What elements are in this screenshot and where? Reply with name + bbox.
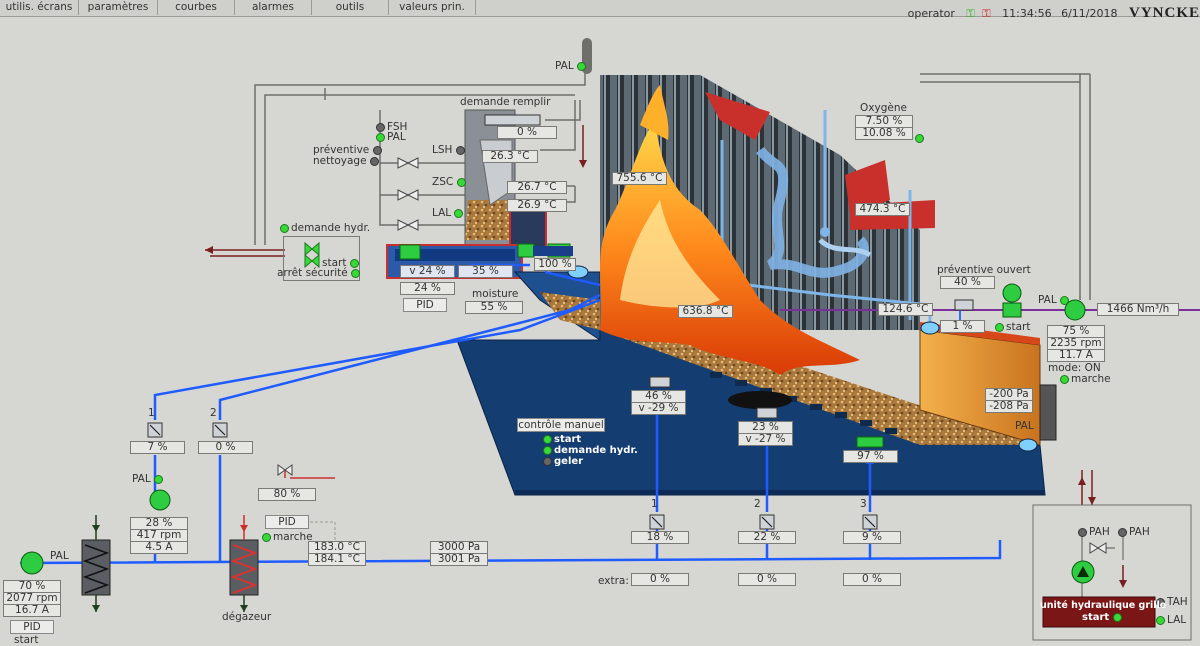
oxygen-label: Oxygène xyxy=(860,102,907,114)
pressure-2-readout: -208 Pa xyxy=(985,400,1033,413)
fan-start-label: start xyxy=(995,321,1030,333)
ctrl-start-label: start xyxy=(543,434,581,445)
preventive-percent: 40 % xyxy=(940,276,995,289)
valve-1-number: 1 xyxy=(148,407,155,419)
feeder-100-percent: 100 % xyxy=(534,258,576,271)
degazeur-pid-button[interactable]: PID xyxy=(265,515,309,529)
flow-readout: 1466 Nm³/h xyxy=(1097,303,1179,316)
fan-current: 11.7 A xyxy=(1047,349,1105,362)
zone-2-number: 2 xyxy=(754,498,761,510)
temp-2-readout: 26.7 °C xyxy=(507,181,567,194)
outlet-percent: 1 % xyxy=(940,320,985,333)
ctrl-demande-label: demande hydr. xyxy=(543,445,638,456)
zsc-label: ZSC xyxy=(432,176,468,188)
fan-marche-label: marche xyxy=(1060,373,1111,385)
outlet-temp-readout: 124.6 °C xyxy=(878,303,933,316)
pal-top-label: PAL xyxy=(555,60,588,72)
zone-3-percent: 9 % xyxy=(843,531,901,544)
pal-right-label: PAL xyxy=(1015,420,1034,432)
main-pump-current: 16.7 A xyxy=(3,604,61,617)
oxygen-status-dot xyxy=(915,132,926,144)
extra-3-percent: 0 % xyxy=(843,573,901,586)
feeder-speed: v 24 % xyxy=(400,265,455,278)
moisture-label: moisture xyxy=(472,288,519,300)
valve-2-number: 2 xyxy=(210,407,217,419)
nettoyage-label: nettoyage xyxy=(313,155,381,167)
feeder-percent: 35 % xyxy=(458,265,513,278)
zone-2-percent: 22 % xyxy=(738,531,796,544)
hydraulic-unit-label: unité hydraulique grille xyxy=(1040,600,1167,611)
fan-pal-label: PAL xyxy=(1038,294,1071,306)
arret-securite-label: arrêt sécurité xyxy=(277,267,362,279)
feeder-setpoint: 24 % xyxy=(400,282,455,295)
oxygen-2-readout: 10.08 % xyxy=(855,127,913,140)
pah-1-label: PAH xyxy=(1078,526,1110,538)
degazeur-marche-label: marche xyxy=(262,531,313,543)
extra-label: extra: xyxy=(598,575,629,587)
pump-current: 4.5 A xyxy=(130,541,188,554)
temp-out-readout: 184.1 °C xyxy=(308,553,366,566)
pal-left-label: PAL xyxy=(376,131,406,143)
demande-hydr-label: demande hydr. xyxy=(280,222,370,234)
main-pump-pal-label: PAL xyxy=(50,550,69,562)
controle-manuel-button[interactable]: contrôle manuel xyxy=(517,418,605,432)
lsh-label: LSH xyxy=(432,144,467,156)
degazeur-label: dégazeur xyxy=(222,611,272,623)
grate-1-speed: v -29 % xyxy=(631,402,686,415)
pah-2-label: PAH xyxy=(1118,526,1150,538)
temp-1-readout: 26.3 °C xyxy=(482,150,538,163)
temp-3-readout: 26.9 °C xyxy=(507,199,567,212)
valve-2-percent: 0 % xyxy=(198,441,253,454)
zone-1-number: 1 xyxy=(651,498,658,510)
zone-3-number: 3 xyxy=(860,498,867,510)
hydraulic-start-label: start xyxy=(1082,612,1124,623)
pump-pal-label: PAL xyxy=(132,473,165,485)
extra-2-percent: 0 % xyxy=(738,573,796,586)
preventive-ouvert-label: préventive ouvert xyxy=(937,264,1031,276)
main-start-label: start xyxy=(14,634,39,646)
demande-remplir-label: demande remplir xyxy=(460,96,551,108)
lal-hydraulic-label: LAL xyxy=(1156,614,1186,626)
lal-label: LAL xyxy=(432,207,465,219)
flame-temp-readout: 755.6 °C xyxy=(612,172,667,185)
tube-temp-readout: 474.3 °C xyxy=(855,203,910,216)
grate-3-percent: 97 % xyxy=(843,450,898,463)
valve-80-percent: 80 % xyxy=(258,488,316,501)
ctrl-geler-label: geler xyxy=(543,456,583,467)
remplir-percent: 0 % xyxy=(497,126,557,139)
grate-2-speed: v -27 % xyxy=(738,433,793,446)
bed-temp-readout: 636.8 °C xyxy=(678,305,733,318)
main-pid-button[interactable]: PID xyxy=(10,620,54,634)
zone-1-percent: 18 % xyxy=(631,531,689,544)
pressure-out-readout: 3001 Pa xyxy=(430,553,488,566)
extra-1-percent: 0 % xyxy=(631,573,689,586)
feeder-pid-button[interactable]: PID xyxy=(403,298,447,312)
valve-1-percent: 7 % xyxy=(130,441,185,454)
moisture-readout: 55 % xyxy=(465,301,523,314)
